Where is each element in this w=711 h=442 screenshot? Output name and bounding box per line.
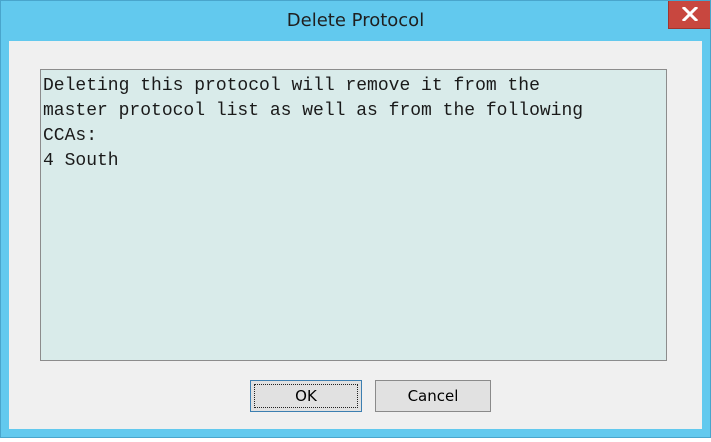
message-line: Deleting this protocol will remove it fr… <box>43 76 540 96</box>
title-bar[interactable]: Delete Protocol <box>1 1 710 41</box>
message-line: 4 South <box>43 151 119 171</box>
cancel-button[interactable]: Cancel <box>375 380 491 412</box>
cancel-button-label: Cancel <box>407 387 459 405</box>
message-line: master protocol list as well as from the… <box>43 101 584 121</box>
message-text-area: Deleting this protocol will remove it fr… <box>40 69 667 361</box>
delete-protocol-dialog: Delete Protocol Deleting this protocol w… <box>0 0 711 438</box>
focus-rectangle <box>254 384 358 408</box>
close-button[interactable] <box>668 1 710 29</box>
dialog-body: Deleting this protocol will remove it fr… <box>9 41 702 429</box>
dialog-title: Delete Protocol <box>286 10 425 31</box>
ok-button[interactable]: OK <box>250 380 362 412</box>
close-icon <box>682 7 698 21</box>
message-line: CCAs: <box>43 126 98 146</box>
